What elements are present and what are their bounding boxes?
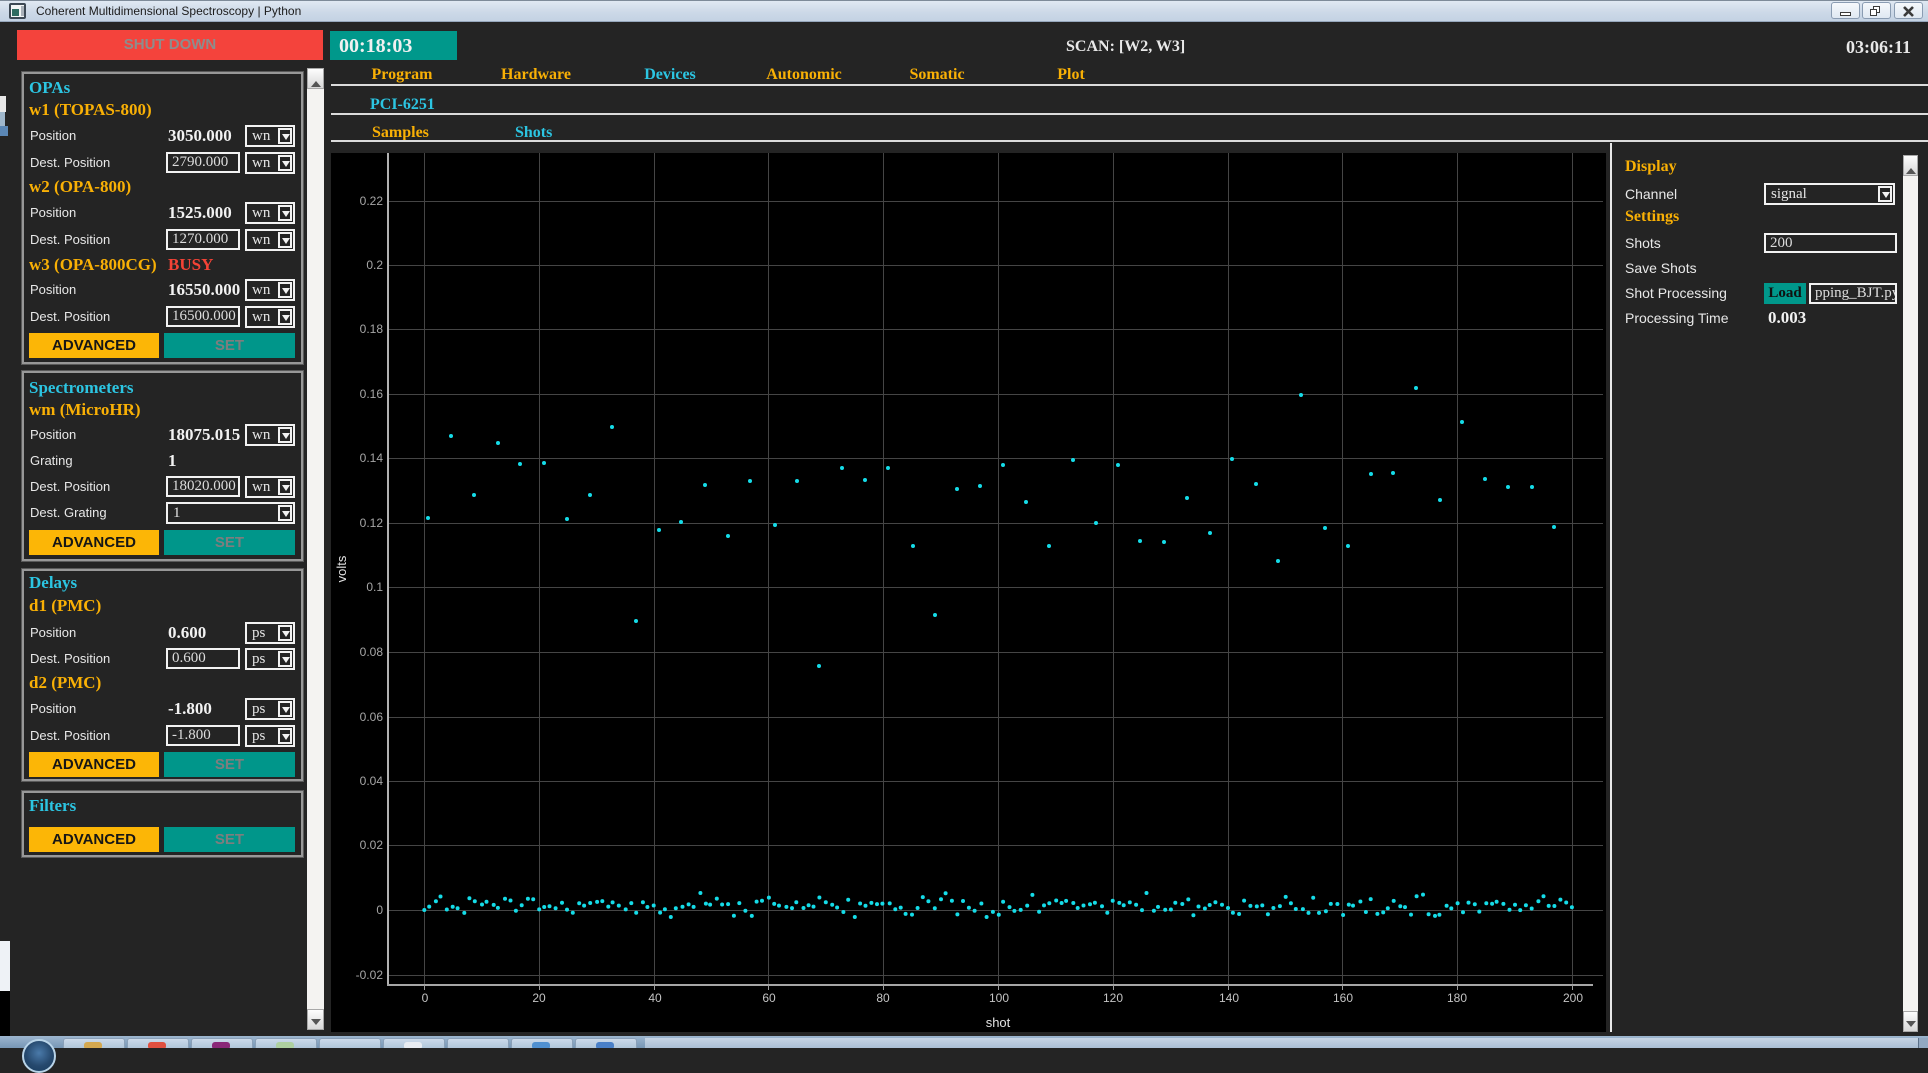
svg-text:0.12: 0.12 bbox=[360, 516, 384, 530]
svg-text:80: 80 bbox=[876, 991, 890, 1005]
svg-text:120: 120 bbox=[1103, 991, 1123, 1005]
svg-text:0.14: 0.14 bbox=[360, 451, 384, 465]
svg-text:0.1: 0.1 bbox=[366, 580, 383, 594]
svg-text:20: 20 bbox=[532, 991, 546, 1005]
svg-text:0.04: 0.04 bbox=[360, 774, 384, 788]
svg-text:0.02: 0.02 bbox=[360, 838, 384, 852]
svg-text:shot: shot bbox=[986, 1015, 1011, 1030]
svg-text:0.08: 0.08 bbox=[360, 645, 384, 659]
svg-text:140: 140 bbox=[1219, 991, 1239, 1005]
svg-text:180: 180 bbox=[1447, 991, 1467, 1005]
svg-text:100: 100 bbox=[989, 991, 1009, 1005]
svg-text:0: 0 bbox=[376, 903, 383, 917]
svg-text:40: 40 bbox=[648, 991, 662, 1005]
svg-text:-0.02: -0.02 bbox=[356, 968, 384, 982]
svg-text:0.18: 0.18 bbox=[360, 322, 384, 336]
svg-text:0.22: 0.22 bbox=[360, 194, 384, 208]
svg-text:0: 0 bbox=[422, 991, 429, 1005]
svg-text:0.06: 0.06 bbox=[360, 710, 384, 724]
svg-text:160: 160 bbox=[1333, 991, 1353, 1005]
svg-text:0.16: 0.16 bbox=[360, 387, 384, 401]
svg-text:volts: volts bbox=[334, 555, 349, 582]
svg-text:0.2: 0.2 bbox=[366, 258, 383, 272]
svg-text:60: 60 bbox=[762, 991, 776, 1005]
svg-text:200: 200 bbox=[1563, 991, 1583, 1005]
